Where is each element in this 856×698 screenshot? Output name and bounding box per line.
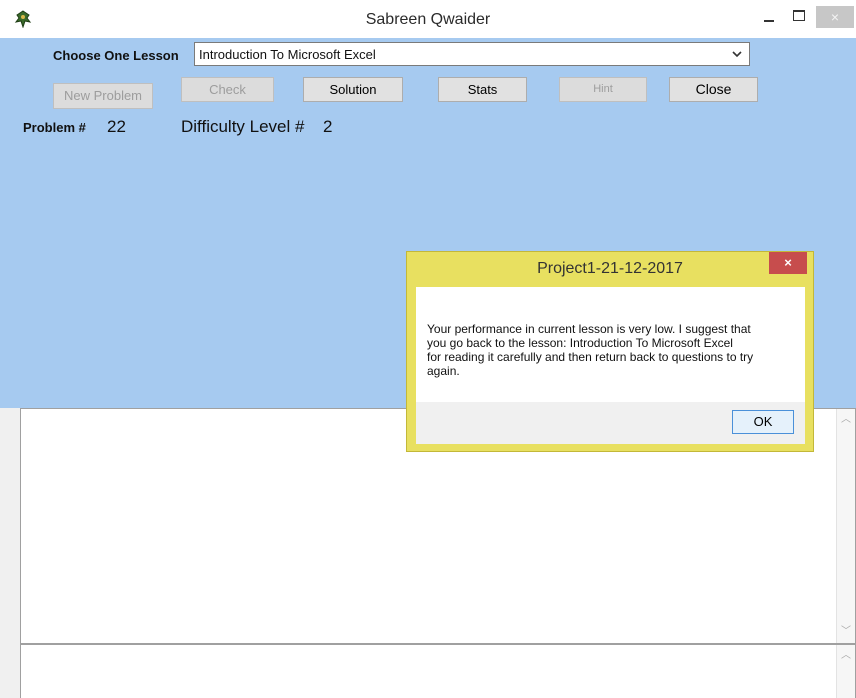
window-close-button[interactable]: × bbox=[816, 6, 854, 28]
question-scrollbar[interactable]: ︿ ﹀ bbox=[836, 409, 855, 643]
problem-number: 22 bbox=[107, 117, 126, 136]
main-window: Sabreen Qwaider × Choose One Lesson Intr… bbox=[0, 0, 856, 698]
maximize-button[interactable] bbox=[786, 6, 812, 28]
check-button[interactable]: Check bbox=[181, 77, 274, 102]
scroll-up-icon[interactable]: ︿ bbox=[841, 651, 851, 661]
dialog-body: Your performance in current lesson is ve… bbox=[416, 287, 805, 402]
problem-label: Problem # bbox=[23, 120, 86, 135]
lesson-select[interactable]: Introduction To Microsoft Excel bbox=[194, 42, 750, 66]
lesson-select-value: Introduction To Microsoft Excel bbox=[199, 47, 376, 62]
close-icon: × bbox=[784, 255, 792, 270]
scroll-down-icon[interactable]: ﹀ bbox=[841, 627, 851, 637]
message-dialog: Project1-21-12-2017 × Your performance i… bbox=[406, 251, 814, 452]
difficulty-label: Difficulty Level # bbox=[181, 117, 305, 136]
hint-button[interactable]: Hint bbox=[559, 77, 647, 102]
answer-textbox[interactable]: ︿ bbox=[20, 644, 856, 698]
answer-scrollbar[interactable]: ︿ bbox=[836, 645, 855, 698]
dialog-footer: OK bbox=[416, 402, 805, 444]
title-bar[interactable]: Sabreen Qwaider × bbox=[0, 0, 856, 38]
minimize-button[interactable] bbox=[756, 6, 782, 28]
close-icon: × bbox=[830, 9, 840, 25]
dialog-close-button[interactable]: × bbox=[769, 252, 807, 274]
stats-button[interactable]: Stats bbox=[438, 77, 527, 102]
dialog-message: Your performance in current lesson is ve… bbox=[427, 322, 754, 378]
maximize-icon bbox=[793, 10, 805, 21]
close-button[interactable]: Close bbox=[669, 77, 758, 102]
scroll-up-icon[interactable]: ︿ bbox=[841, 415, 851, 425]
ok-button[interactable]: OK bbox=[732, 410, 794, 434]
chevron-down-icon[interactable] bbox=[729, 46, 745, 62]
dialog-title: Project1-21-12-2017 bbox=[537, 260, 683, 277]
minimize-icon bbox=[764, 20, 774, 22]
lesson-label: Choose One Lesson bbox=[53, 48, 179, 63]
difficulty-value: 2 bbox=[323, 117, 333, 136]
window-title: Sabreen Qwaider bbox=[365, 11, 491, 28]
new-problem-button[interactable]: New Problem bbox=[53, 83, 153, 109]
solution-button[interactable]: Solution bbox=[303, 77, 403, 102]
